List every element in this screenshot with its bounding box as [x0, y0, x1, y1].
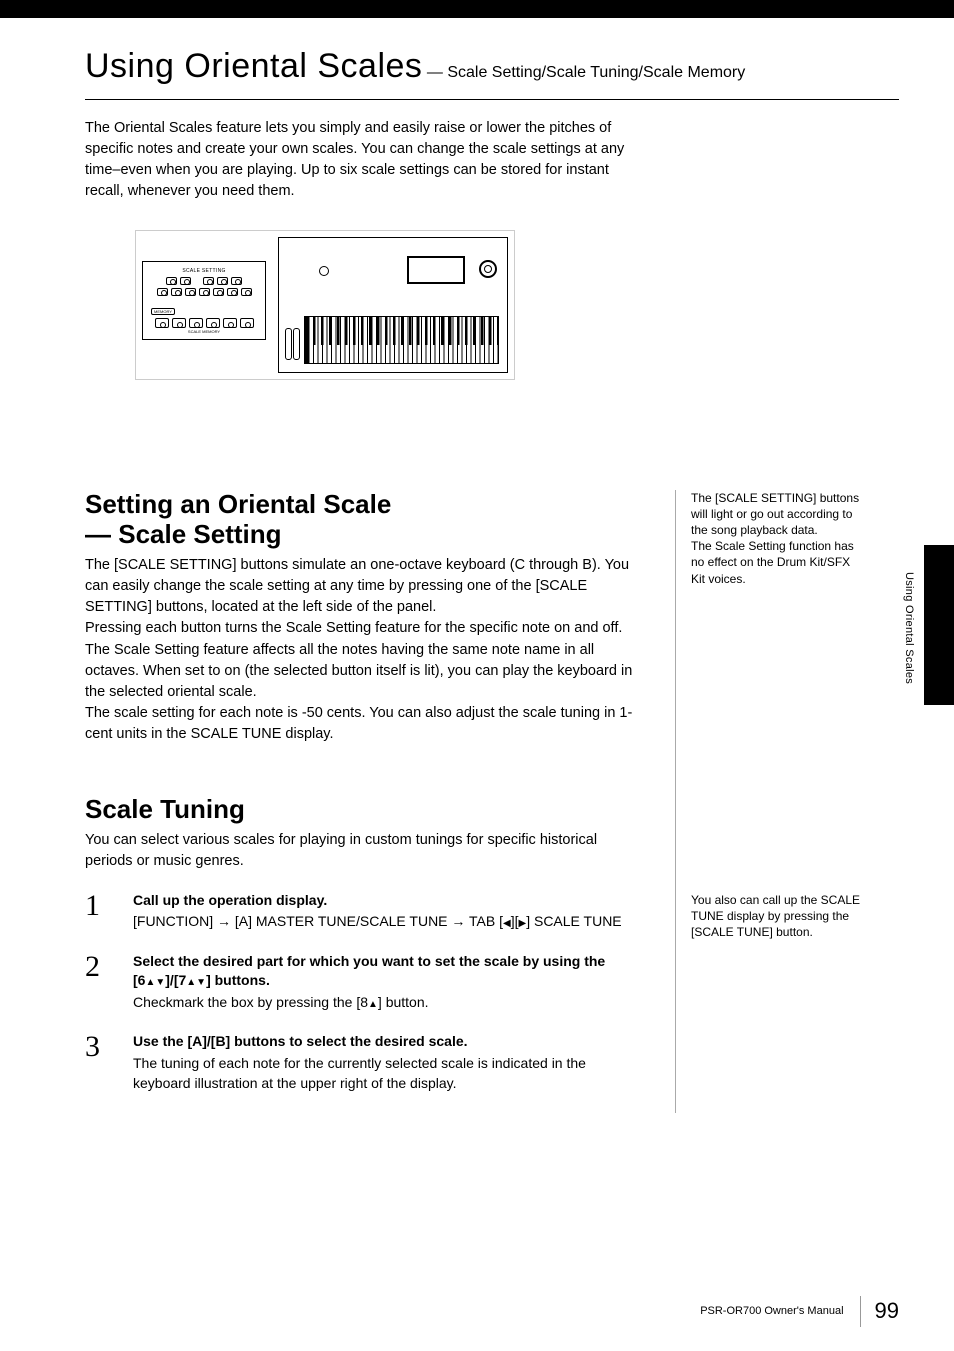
side-column: The [SCALE SETTING] buttons will light o… [675, 490, 865, 1114]
step-2-title: Select the desired part for which you wa… [133, 952, 645, 991]
step-1: 1 Call up the operation display. [FUNCTI… [85, 891, 645, 932]
chapter-title-sep: — [422, 64, 447, 81]
scale-memory-label: SCALE MEMORY [147, 329, 261, 335]
memory-label: MEMORY [151, 308, 175, 316]
section1-p1: The [SCALE SETTING] buttons simulate an … [85, 555, 645, 618]
triangle-up-icon [368, 994, 378, 1010]
intro-paragraph: The Oriental Scales feature lets you sim… [85, 118, 645, 202]
triangle-up-icon [145, 972, 155, 988]
section1-heading-line1: Setting an Oriental Scale [85, 489, 391, 519]
side-note-2: You also can call up the SCALE TUNE disp… [691, 892, 865, 941]
side-note-1: The [SCALE SETTING] buttons will light o… [691, 490, 865, 587]
step-2: 2 Select the desired part for which you … [85, 952, 645, 1013]
section1-p3: The scale setting for each note is -50 c… [85, 703, 645, 745]
step-2-text: Checkmark the box by pressing the [8] bu… [133, 993, 645, 1013]
step-1-title: Call up the operation display. [133, 891, 645, 911]
chapter-title: Using Oriental Scales — Scale Setting/Sc… [85, 43, 899, 100]
step-1-number: 1 [85, 891, 115, 932]
section-tab-text: Using Oriental Scales [901, 572, 916, 684]
step-3-text: The tuning of each note for the currentl… [133, 1054, 645, 1093]
scale-setting-label: SCALE SETTING [147, 268, 261, 275]
section1-body: The [SCALE SETTING] buttons simulate an … [85, 555, 645, 744]
section2-heading: Scale Tuning [85, 795, 645, 825]
scale-setting-panel: SCALE SETTING MEMORY SCALE MEMORY [142, 261, 266, 340]
section2-intro: You can select various scales for playin… [85, 830, 645, 872]
step-3-number: 3 [85, 1032, 115, 1093]
footer-manual-name: PSR-OR700 Owner's Manual [700, 1304, 843, 1319]
chapter-title-sub: Scale Setting/Scale Tuning/Scale Memory [447, 64, 745, 81]
triangle-down-icon [196, 972, 206, 988]
section1-heading-line2: — Scale Setting [85, 519, 282, 549]
keyboard-illustration: SCALE SETTING MEMORY SCALE MEMORY [135, 230, 515, 380]
step-1-text: [FUNCTION] → [A] MASTER TUNE/SCALE TUNE … [133, 912, 645, 932]
footer: PSR-OR700 Owner's Manual 99 [700, 1296, 899, 1327]
triangle-left-icon [503, 913, 511, 929]
step-3: 3 Use the [A]/[B] buttons to select the … [85, 1032, 645, 1093]
step-2-number: 2 [85, 952, 115, 1013]
page-number: 99 [860, 1296, 899, 1327]
triangle-down-icon [155, 972, 165, 988]
chapter-title-main: Using Oriental Scales [85, 47, 422, 85]
step-3-title: Use the [A]/[B] buttons to select the de… [133, 1032, 645, 1052]
triangle-up-icon [186, 972, 196, 988]
section-tab [924, 545, 954, 705]
top-black-bar [0, 0, 954, 18]
keyboard-body [278, 237, 508, 373]
section1-heading: Setting an Oriental Scale — Scale Settin… [85, 490, 645, 550]
section1-p2: Pressing each button turns the Scale Set… [85, 618, 645, 702]
